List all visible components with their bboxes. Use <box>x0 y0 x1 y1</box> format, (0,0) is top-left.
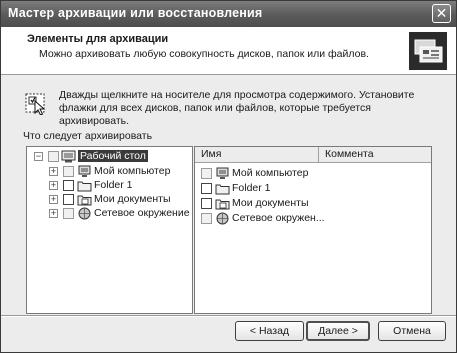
tree-checkbox[interactable] <box>63 194 74 205</box>
wizard-header: Элементы для архивации Можно архивовать … <box>1 27 456 75</box>
tree-node-network[interactable]: + Сетевое окружение <box>27 207 192 221</box>
tree-node-label: Мой компьютер <box>94 165 171 177</box>
item-checkbox[interactable] <box>201 168 212 179</box>
file-list[interactable]: Имя Коммента Мой компьютер Folder 1 Мои … <box>194 146 432 314</box>
cursor-hint-icon <box>25 93 46 115</box>
expand-toggle[interactable]: + <box>49 195 58 204</box>
network-icon <box>216 212 229 225</box>
item-name: Folder 1 <box>232 182 271 194</box>
tree-checkbox[interactable] <box>63 180 74 191</box>
window-title: Мастер архивации или восстановления <box>8 6 263 20</box>
header-subtitle: Можно архивовать любую совокупность диск… <box>39 48 369 60</box>
backup-wizard-icon <box>409 32 447 70</box>
list-item[interactable]: Сетевое окружен... <box>195 212 431 226</box>
tree-node-my-computer[interactable]: + Мой компьютер <box>27 165 192 179</box>
tree-node-label: Сетевое окружение <box>94 207 190 219</box>
list-item[interactable]: Мои документы <box>195 197 431 211</box>
title-bar: Мастер архивации или восстановления ✕ <box>1 1 456 27</box>
header-title: Элементы для архивации <box>27 33 169 45</box>
item-name: Мои документы <box>232 197 309 209</box>
item-checkbox[interactable] <box>201 213 212 224</box>
tree-label: Что следует архивировать <box>23 130 153 142</box>
expand-toggle[interactable]: + <box>49 167 58 176</box>
close-icon: ✕ <box>435 5 448 21</box>
item-checkbox[interactable] <box>201 198 212 209</box>
computer-icon <box>78 165 91 177</box>
folder-icon <box>77 181 92 192</box>
desktop-icon <box>61 150 76 163</box>
expand-toggle[interactable]: + <box>49 181 58 190</box>
tree-node-label: Folder 1 <box>94 179 133 191</box>
tree-node-folder-1[interactable]: + Folder 1 <box>27 179 192 193</box>
footer-separator <box>1 315 456 317</box>
tree-node-desktop[interactable]: − Рабочий стол <box>27 150 192 164</box>
cancel-button[interactable]: Отмена <box>378 321 446 341</box>
expand-toggle[interactable]: + <box>49 209 58 218</box>
tree-node-label: Рабочий стол <box>78 150 148 162</box>
list-item[interactable]: Мой компьютер <box>195 167 431 181</box>
documents-folder-icon <box>77 195 92 206</box>
network-icon <box>78 207 91 220</box>
wizard-window: Мастер архивации или восстановления ✕ Эл… <box>0 0 457 353</box>
next-button[interactable]: Далее > <box>306 321 370 341</box>
column-header-comment[interactable]: Коммента <box>319 147 431 163</box>
column-header-name[interactable]: Имя <box>195 147 319 163</box>
tree-checkbox[interactable] <box>63 166 74 177</box>
item-name: Сетевое окружен... <box>232 212 325 224</box>
folder-tree[interactable]: − Рабочий стол + Мой компьютер + Folder … <box>26 146 193 314</box>
close-button[interactable]: ✕ <box>432 4 451 23</box>
list-item[interactable]: Folder 1 <box>195 182 431 196</box>
documents-folder-icon <box>215 199 230 210</box>
tree-checkbox[interactable] <box>63 208 74 219</box>
tree-node-label: Мои документы <box>94 193 171 205</box>
computer-icon <box>216 167 229 179</box>
tree-checkbox[interactable] <box>48 151 59 162</box>
instruction-text: Дважды щелкните на носителе для просмотр… <box>59 89 415 127</box>
item-name: Мой компьютер <box>232 167 309 179</box>
collapse-toggle[interactable]: − <box>34 152 43 161</box>
tree-node-my-documents[interactable]: + Мои документы <box>27 193 192 207</box>
back-button[interactable]: < Назад <box>235 321 304 341</box>
item-checkbox[interactable] <box>201 183 212 194</box>
folder-icon <box>215 184 230 195</box>
